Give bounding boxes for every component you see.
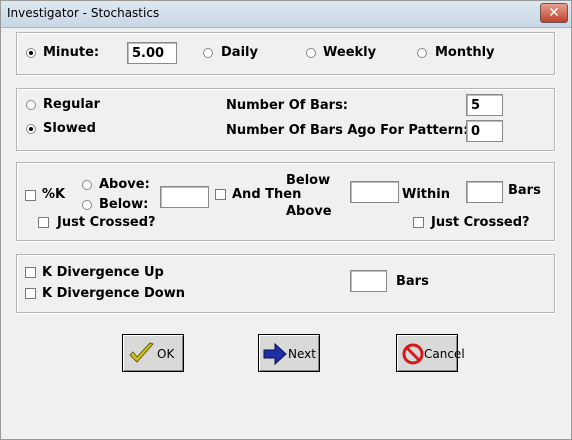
regular-radio[interactable] [26,100,36,110]
divergence-group [16,254,555,313]
regular-label: Regular [43,97,101,112]
below-label: Below: [99,197,149,212]
close-icon: ✕ [548,5,560,21]
weekly-radio[interactable] [306,48,316,58]
above-radio[interactable] [82,180,92,190]
next-label: Next [288,347,316,361]
ok-label: OK [157,347,175,361]
monthly-radio[interactable] [417,48,427,58]
minute-radio[interactable] [26,48,36,58]
ok-button[interactable]: OK [122,334,184,372]
checkmark-icon [129,342,154,363]
pk-checkbox[interactable] [25,190,36,201]
k-divergence-up-label: K Divergence Up [42,265,164,280]
and-then-checkbox[interactable] [215,189,226,200]
slowed-label: Slowed [43,121,96,136]
below-word-label: Below [286,173,331,188]
within-label: Within [402,187,450,202]
within-bars-label: Bars [508,183,541,198]
k-divergence-down-checkbox[interactable] [25,288,36,299]
cancel-icon [402,343,424,365]
num-bars-input[interactable]: 5 [466,94,503,116]
close-button[interactable]: ✕ [540,3,568,23]
stochastics-dialog: Investigator - Stochastics ✕ Minute: 5.0… [0,0,572,440]
k-divergence-down-label: K Divergence Down [42,286,185,301]
next-arrow-icon [263,342,287,366]
and-then-label: And Then [232,187,302,202]
second-level-input[interactable] [350,181,399,203]
window-title: Investigator - Stochastics [7,6,160,20]
level-input[interactable] [160,186,209,208]
cancel-button[interactable]: Cancel [396,334,465,372]
minute-input[interactable]: 5.00 [127,42,177,64]
divergence-bars-input[interactable] [350,270,387,292]
just-crossed-2-label: Just Crossed? [431,215,530,230]
below-radio[interactable] [82,200,92,210]
cancel-label: Cancel [424,347,465,361]
above-word-label: Above [286,204,332,219]
daily-radio[interactable] [203,48,213,58]
divergence-bars-label: Bars [396,274,429,289]
bars-ago-label: Number Of Bars Ago For Pattern: [226,123,469,138]
pk-label: %K [42,187,66,202]
daily-label: Daily [221,45,258,60]
slowed-radio[interactable] [26,124,36,134]
minute-label: Minute: [43,45,100,60]
above-label: Above: [99,177,150,192]
num-bars-label: Number Of Bars: [226,98,349,113]
monthly-label: Monthly [435,45,495,60]
just-crossed-1-label: Just Crossed? [57,215,156,230]
just-crossed-1-checkbox[interactable] [38,217,49,228]
bars-ago-input[interactable]: 0 [466,120,503,142]
next-button[interactable]: Next [258,334,320,372]
k-divergence-up-checkbox[interactable] [25,267,36,278]
just-crossed-2-checkbox[interactable] [413,217,424,228]
within-bars-input[interactable] [466,181,503,203]
title-bar: Investigator - Stochastics ✕ [1,1,571,28]
weekly-label: Weekly [323,45,377,60]
